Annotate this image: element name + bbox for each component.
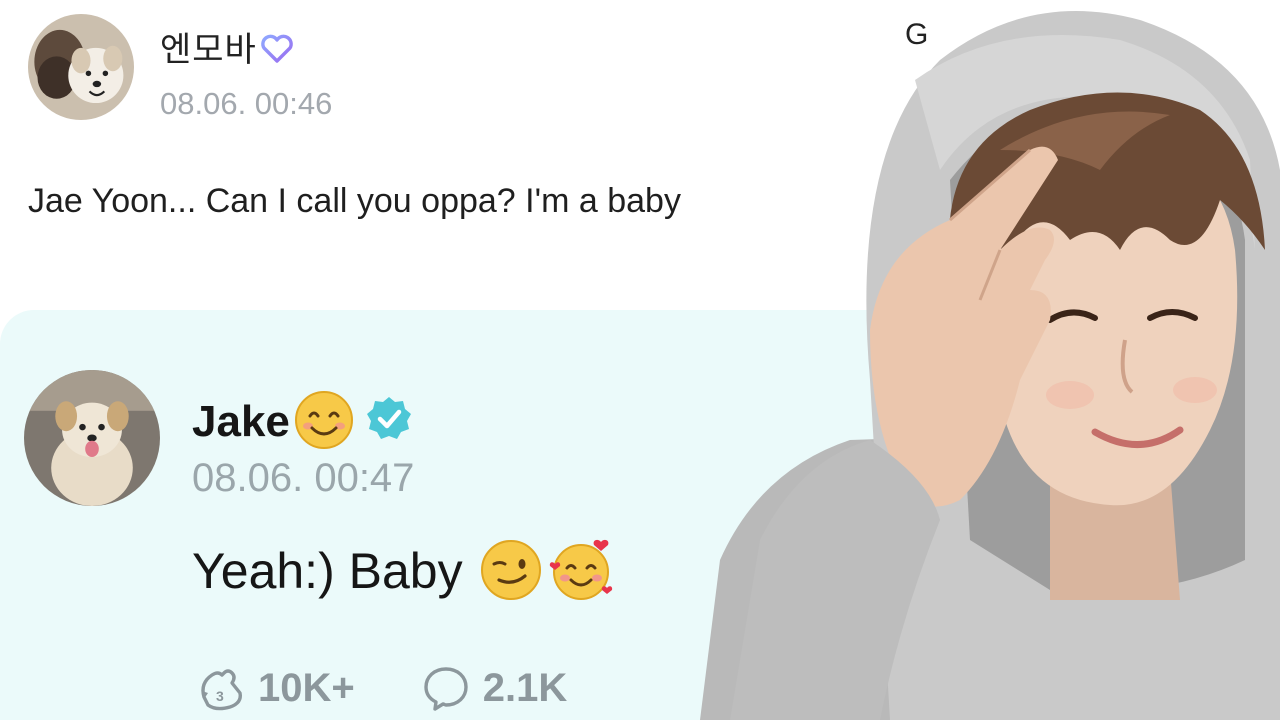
artist-message-row: Yeah:) Baby	[192, 536, 615, 604]
smiling-face-with-hearts-emoji-icon	[547, 536, 615, 604]
artist-avatar[interactable]	[24, 370, 160, 506]
person-photo	[700, 0, 1280, 720]
smiling-face-emoji-icon	[292, 388, 356, 452]
svg-text:3: 3	[216, 688, 224, 704]
fan-timestamp: 08.06. 00:46	[160, 86, 333, 121]
artist-message: Yeah:) Baby	[192, 543, 463, 599]
comment-count: 2.1K	[482, 665, 568, 710]
verified-icon	[364, 394, 414, 444]
fan-username[interactable]: 엔모바	[160, 30, 257, 70]
artist-username-row[interactable]: Jake	[192, 388, 414, 452]
like-count: 10K+	[258, 665, 355, 710]
comment-bubble-icon	[424, 667, 468, 711]
fan-avatar[interactable]	[28, 14, 134, 120]
comment-action[interactable]: 2.1K	[421, 663, 568, 713]
artist-username[interactable]: Jake	[192, 397, 290, 446]
reply-actions: 3 10K+ 2.1K	[196, 660, 567, 716]
heart-outline-icon	[259, 33, 295, 63]
like-icon: 3	[201, 669, 242, 711]
fan-username-row[interactable]: 엔모바	[160, 22, 295, 71]
like-action[interactable]: 3 10K+	[196, 663, 355, 713]
winking-face-emoji-icon	[477, 536, 545, 604]
fan-message: Jae Yoon... Can I call you oppa? I'm a b…	[28, 182, 681, 220]
artist-timestamp: 08.06. 00:47	[192, 456, 415, 500]
